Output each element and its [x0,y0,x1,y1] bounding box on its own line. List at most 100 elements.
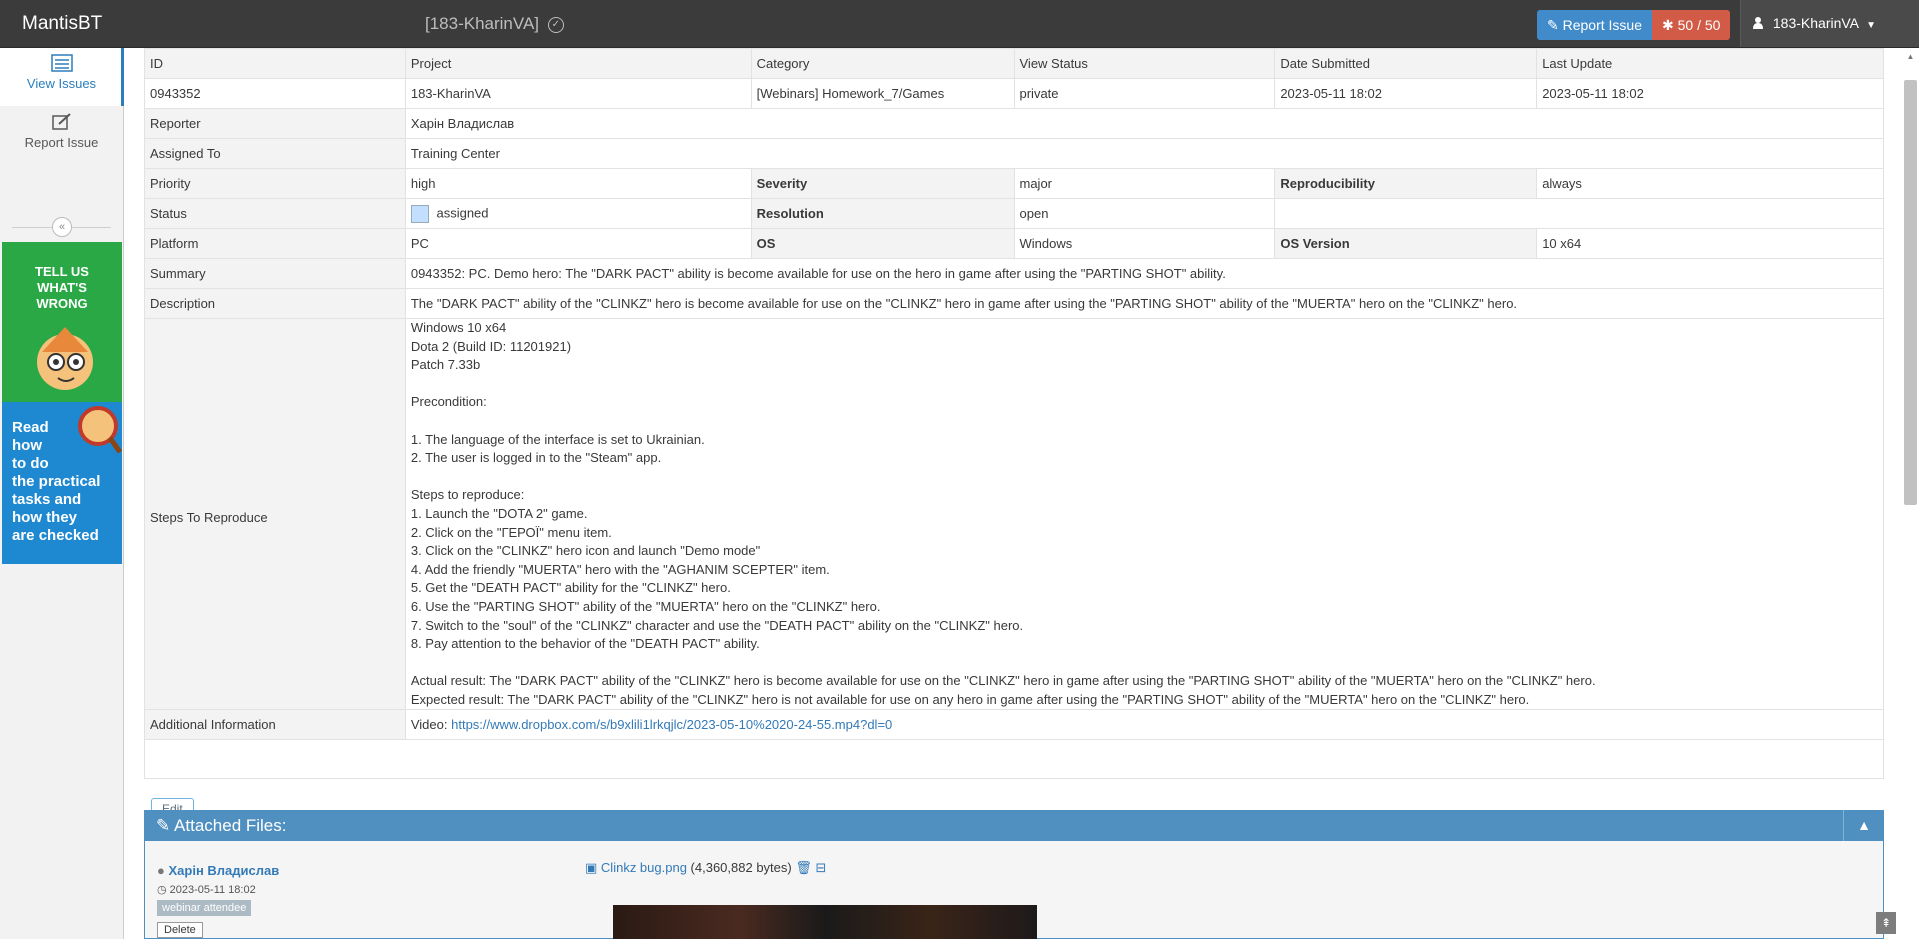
issue-category: [Webinars] Homework_7/Games [750,78,1015,109]
double-chevron-left-icon[interactable]: « [52,217,72,237]
magnifier-mascot-illustration [78,406,122,454]
summary-label: Summary [144,258,406,289]
reproducibility-label: Reproducibility [1274,168,1538,199]
additional-info-label: Additional Information [144,709,406,741]
assigned-label: Assigned To [144,138,406,169]
edit-icon: ✎ [1547,17,1559,33]
user-icon: ● [157,863,165,878]
attached-files-header: ✎ Attached Files: ▲ [144,810,1884,841]
attached-files-body: ● Харін Владислав ◷ 2023-05-11 18:02 web… [144,841,1884,939]
page-scrollbar[interactable] [1904,80,1917,505]
feedback-banner[interactable]: TELL US WHAT'S WRONG [2,242,122,402]
description-label: Description [144,288,406,319]
practical-tasks-banner[interactable]: Read how to do the practical tasks and h… [2,402,122,564]
scroll-to-top-icon[interactable]: ⇞ [1876,912,1896,934]
column-header: Date Submitted [1274,48,1538,79]
status-value: assigned [436,204,489,220]
chevron-down-icon: ▼ [1866,20,1877,31]
sidebar-item-report-issue[interactable]: Report Issue [0,107,123,165]
issue-date-submitted: 2023-05-11 18:02 [1274,78,1538,109]
issue-count-button[interactable]: ✱ 50 / 50 [1652,10,1731,40]
uploader-name-text: Харін Владислав [168,863,280,878]
platform-value: PC [404,228,752,259]
sidebar: View Issues Report Issue « TELL US WHAT'… [0,48,124,939]
assigned-value: Training Center [404,138,1885,169]
priority-value: high [404,168,752,199]
report-issue-button[interactable]: ✎ Report Issue [1537,10,1652,40]
column-header: Category [750,48,1015,79]
issue-table: ID Project Category View Status Date Sub… [144,48,1885,780]
table-row: 0943352 183-KharinVA [Webinars] Homework… [144,78,1884,109]
os-version-value: 10 x64 [1536,228,1884,259]
sidebar-item-label: Report Issue [24,135,99,150]
attachment-link[interactable]: Clinkz bug.png [601,860,687,875]
attached-files-title: Attached Files: [174,816,287,835]
table-row [144,739,1884,780]
attachment-file: ▣ Clinkz bug.png (4,360,882 bytes) 🗑 ⊟ [585,860,826,876]
status-color-swatch [410,204,429,223]
user-name: 183-KharinVA [1772,15,1859,31]
summary-value: 0943352: PC. Demo hero: The "DARK PACT" … [404,258,1885,289]
actions-cell [144,739,1884,780]
description-value: The "DARK PACT" ability of the "CLINKZ" … [404,288,1885,319]
video-link[interactable]: https://www.dropbox.com/s/b9xlili1lrkqjl… [451,717,892,732]
issue-last-update: 2023-05-11 18:02 [1536,78,1884,109]
feedback-banner-text: TELL US WHAT'S WRONG [35,264,89,311]
column-header: ID [144,48,406,79]
collapse-preview-icon[interactable]: ⊟ [816,860,827,875]
sidebar-item-view-issues[interactable]: View Issues [0,48,124,106]
attachment-size: (4,360,882 bytes) [690,860,792,875]
os-version-label: OS Version [1274,228,1538,259]
user-menu[interactable]: 183-KharinVA ▼ [1740,0,1919,47]
reporter-label: Reporter [144,108,406,139]
platform-label: Platform [144,228,406,259]
table-row: Summary 0943352: PC. Demo hero: The "DAR… [144,258,1885,289]
list-icon [50,54,73,72]
ad-banner[interactable]: TELL US WHAT'S WRONG Read how to do the … [2,242,122,564]
table-row: Additional Information Video: https://ww… [144,709,1885,741]
column-header: Last Update [1536,48,1884,79]
sidebar-collapse: « [0,216,123,238]
paperclip-icon: ✎ [156,816,171,835]
project-name: [183-KharinVA] [425,14,540,33]
scroll-up-arrow[interactable]: ▲ [1904,52,1917,62]
additional-info-value: Video: https://www.dropbox.com/s/b9xlili… [404,709,1885,741]
project-selector[interactable]: [183-KharinVA] ✓ [425,14,564,34]
table-row: Steps To Reproduce Windows 10 x64 Dota 2… [144,317,1885,711]
check-circle-icon: ✓ [547,16,564,33]
steps-value: Windows 10 x64 Dota 2 (Build ID: 1120192… [404,317,1885,711]
image-file-icon: ▣ [585,860,598,875]
status-label: Status [144,198,406,229]
edit-icon [51,113,71,130]
priority-label: Priority [144,168,406,199]
table-row: Reporter Харін Владислав [144,108,1885,139]
severity-value: major [1013,168,1276,199]
steps-label: Steps To Reproduce [144,317,406,711]
column-header: View Status [1013,48,1276,79]
status-cell: assigned [404,198,752,229]
uploader-name[interactable]: ● Харін Владислав [157,863,279,878]
attachment-thumbnail[interactable] [613,905,1037,939]
user-role-badge: webinar attendee [157,900,252,916]
table-row: Assigned To Training Center [144,138,1885,169]
user-icon [1753,17,1763,29]
reproducibility-value: always [1536,168,1884,199]
delete-button[interactable]: Delete [157,922,203,938]
column-header: Project [404,48,752,79]
os-label: OS [750,228,1015,259]
clock-icon: ◷ [157,884,167,896]
brand-logo[interactable]: MantisBT [22,13,102,35]
resolution-label: Resolution [750,198,1015,229]
bug-icon: ✱ [1662,17,1674,33]
table-row: Description The "DARK PACT" ability of t… [144,288,1885,319]
table-header-row: ID Project Category View Status Date Sub… [144,48,1884,79]
upload-date-text: 2023-05-11 18:02 [169,884,256,896]
issue-project: 183-KharinVA [404,78,752,109]
trash-icon[interactable]: 🗑 [795,860,812,875]
table-row: Status assigned Resolution open [144,198,1884,229]
upload-date: ◷ 2023-05-11 18:02 [157,883,256,896]
table-row: Platform PC OS Windows OS Version 10 x64 [144,228,1884,259]
resolution-value: open [1013,198,1276,229]
issue-id: 0943352 [144,78,406,109]
chevron-up-icon[interactable]: ▲ [1843,810,1884,841]
